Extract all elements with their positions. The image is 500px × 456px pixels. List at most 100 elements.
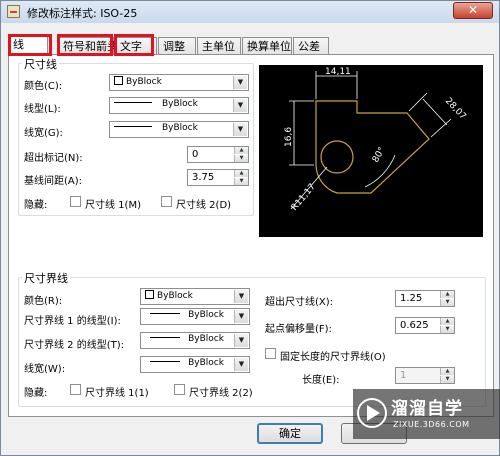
ext-linetype1-value: ByBlock: [188, 310, 224, 320]
ext-lineweight-select[interactable]: ByBlock ▼: [140, 356, 250, 373]
ext-color-label: 颜色(R):: [24, 296, 63, 307]
tab-symbols-arrows[interactable]: 符号和箭头: [58, 37, 118, 54]
spin-up-icon[interactable]: ▲: [440, 318, 454, 325]
dim-line2-checkbox[interactable]: [161, 196, 172, 207]
preview-dim-top: 14,11: [325, 67, 351, 77]
ok-button[interactable]: 确定: [257, 423, 323, 444]
preview-angle: 80°: [371, 146, 388, 165]
color-swatch-icon: [145, 290, 154, 299]
dim-line1-label: 尺寸线 1(M): [85, 200, 141, 211]
preview-dim-left: 16,6: [284, 127, 294, 147]
ext-lineweight-label: 线宽(W):: [24, 364, 66, 375]
ext-beyond-value: 1.25: [400, 293, 423, 304]
ext-color-value: ByBlock: [157, 291, 193, 301]
chevron-down-icon: ▼: [233, 99, 247, 112]
ext-offset-spinner[interactable]: 0.625 ▲ ▼: [395, 317, 455, 334]
ext-linetype2-label: 尺寸界线 2 的线型(T):: [24, 340, 124, 351]
preview-canvas: 14,11 16,6 28,07 80° R11,17: [259, 65, 483, 237]
ext-linetype1-label: 尺寸界线 1 的线型(I):: [24, 316, 121, 327]
ext-line2-label: 尺寸界线 2(2): [189, 388, 253, 399]
dim-extend-label: 超出标记(N):: [24, 153, 83, 164]
length-spinner[interactable]: 1 ▲ ▼: [395, 367, 455, 384]
chevron-down-icon: ▼: [233, 123, 247, 136]
spin-down-icon[interactable]: ▼: [234, 155, 248, 162]
window-title: 修改标注样式: ISO-25: [27, 7, 138, 20]
fixed-length-label: 固定长度的尺寸界线(O): [280, 352, 386, 363]
dim-line2-label: 尺寸线 2(D): [176, 200, 232, 211]
dialog-window: 修改标注样式: ISO-25 ✕ 线 符号和箭头 文字 调整 主单位 换算单位 …: [0, 0, 500, 456]
dim-line1-checkbox[interactable]: [70, 196, 81, 207]
ext-line1-label: 尺寸界线 1(1): [85, 388, 149, 399]
ext-offset-value: 0.625: [400, 320, 429, 331]
dim-baseline-spinner[interactable]: 3.75 ▲ ▼: [187, 169, 249, 186]
chevron-down-icon: ▼: [234, 358, 248, 371]
preview-dim-right: 28,07: [443, 96, 468, 122]
spin-up-icon[interactable]: ▲: [440, 368, 454, 375]
dim-baseline-label: 基线间距(A):: [24, 176, 83, 187]
dim-extend-value: 0: [192, 149, 199, 160]
spin-down-icon[interactable]: ▼: [440, 326, 454, 333]
preview-radius: R11,17: [290, 182, 318, 213]
line-sample-icon: [150, 337, 181, 338]
ext-offset-label: 起点偏移量(F):: [265, 324, 332, 335]
tab-fit[interactable]: 调整: [158, 37, 196, 54]
line-sample-icon: [114, 126, 152, 127]
color-swatch-icon: [114, 76, 123, 85]
spin-down-icon[interactable]: ▼: [440, 376, 454, 383]
tab-text[interactable]: 文字: [115, 37, 157, 54]
preview-geometry: [315, 100, 430, 194]
dim-color-select[interactable]: ByBlock ▼: [109, 74, 249, 91]
line-sample-icon: [150, 361, 181, 362]
watermark-brand: 溜溜自学: [391, 399, 463, 419]
title-bar[interactable]: 修改标注样式: ISO-25 ✕: [1, 1, 499, 23]
line-sample-icon: [114, 102, 152, 103]
dim-lineweight-label: 线宽(G):: [24, 128, 63, 139]
watermark: 溜溜自学 ZIXUE.3D66.COM: [353, 389, 500, 439]
ext-linetype2-select[interactable]: ByBlock ▼: [140, 332, 250, 349]
ext-lines-title: 尺寸界线: [22, 270, 70, 286]
ext-suppress-label: 隐藏:: [24, 388, 48, 399]
dim-extend-spinner[interactable]: 0 ▲ ▼: [187, 146, 249, 163]
spin-up-icon[interactable]: ▲: [440, 291, 454, 298]
dim-color-value: ByBlock: [126, 77, 162, 87]
dim-color-label: 颜色(C):: [24, 81, 63, 92]
spin-up-icon[interactable]: ▲: [234, 170, 248, 177]
ext-lineweight-value: ByBlock: [188, 358, 224, 368]
dim-linetype-label: 线型(L):: [24, 104, 61, 115]
length-value: 1: [400, 370, 407, 381]
dim-lineweight-select[interactable]: ByBlock ▼: [109, 121, 249, 138]
chevron-down-icon: ▼: [234, 290, 248, 303]
ext-beyond-spinner[interactable]: 1.25 ▲ ▼: [395, 290, 455, 307]
line-sample-icon: [150, 313, 181, 314]
ext-color-select[interactable]: ByBlock ▼: [140, 288, 250, 305]
ext-beyond-label: 超出尺寸线(X):: [265, 297, 334, 308]
ext-line1-checkbox[interactable]: [70, 384, 81, 395]
spin-up-icon[interactable]: ▲: [234, 147, 248, 154]
tab-alternate-units[interactable]: 换算单位: [242, 37, 292, 54]
dim-baseline-value: 3.75: [192, 172, 215, 183]
dim-suppress-label: 隐藏:: [24, 200, 48, 211]
dim-linetype-value: ByBlock: [162, 99, 198, 109]
preview-outline: [315, 100, 430, 194]
ext-linetype1-select[interactable]: ByBlock ▼: [140, 308, 250, 325]
tab-primary-units[interactable]: 主单位: [197, 37, 241, 54]
length-label: 长度(E):: [302, 375, 340, 386]
tab-panel: 尺寸线 颜色(C): ByBlock ▼ 线型(L): ByBlock ▼ 线宽…: [8, 54, 494, 417]
chevron-down-icon: ▼: [234, 334, 248, 347]
preview-drawing: 14,11 16,6 28,07 80° R11,17: [284, 67, 468, 213]
tab-tolerances[interactable]: 公差: [293, 37, 329, 54]
chevron-down-icon: ▼: [233, 76, 247, 89]
spin-down-icon[interactable]: ▼: [440, 299, 454, 306]
close-button[interactable]: ✕: [453, 2, 493, 19]
spin-down-icon[interactable]: ▼: [234, 178, 248, 185]
dim-linetype-select[interactable]: ByBlock ▼: [109, 97, 249, 114]
ext-linetype2-value: ByBlock: [188, 334, 224, 344]
tab-lines[interactable]: 线: [8, 35, 48, 55]
dim-lines-title: 尺寸线: [22, 56, 59, 72]
app-icon: [7, 5, 20, 18]
fixed-length-checkbox[interactable]: [265, 348, 276, 359]
ext-line2-checkbox[interactable]: [174, 384, 185, 395]
dim-lineweight-value: ByBlock: [162, 123, 198, 133]
chevron-down-icon: ▼: [234, 310, 248, 323]
watermark-url: ZIXUE.3D66.COM: [393, 420, 470, 429]
